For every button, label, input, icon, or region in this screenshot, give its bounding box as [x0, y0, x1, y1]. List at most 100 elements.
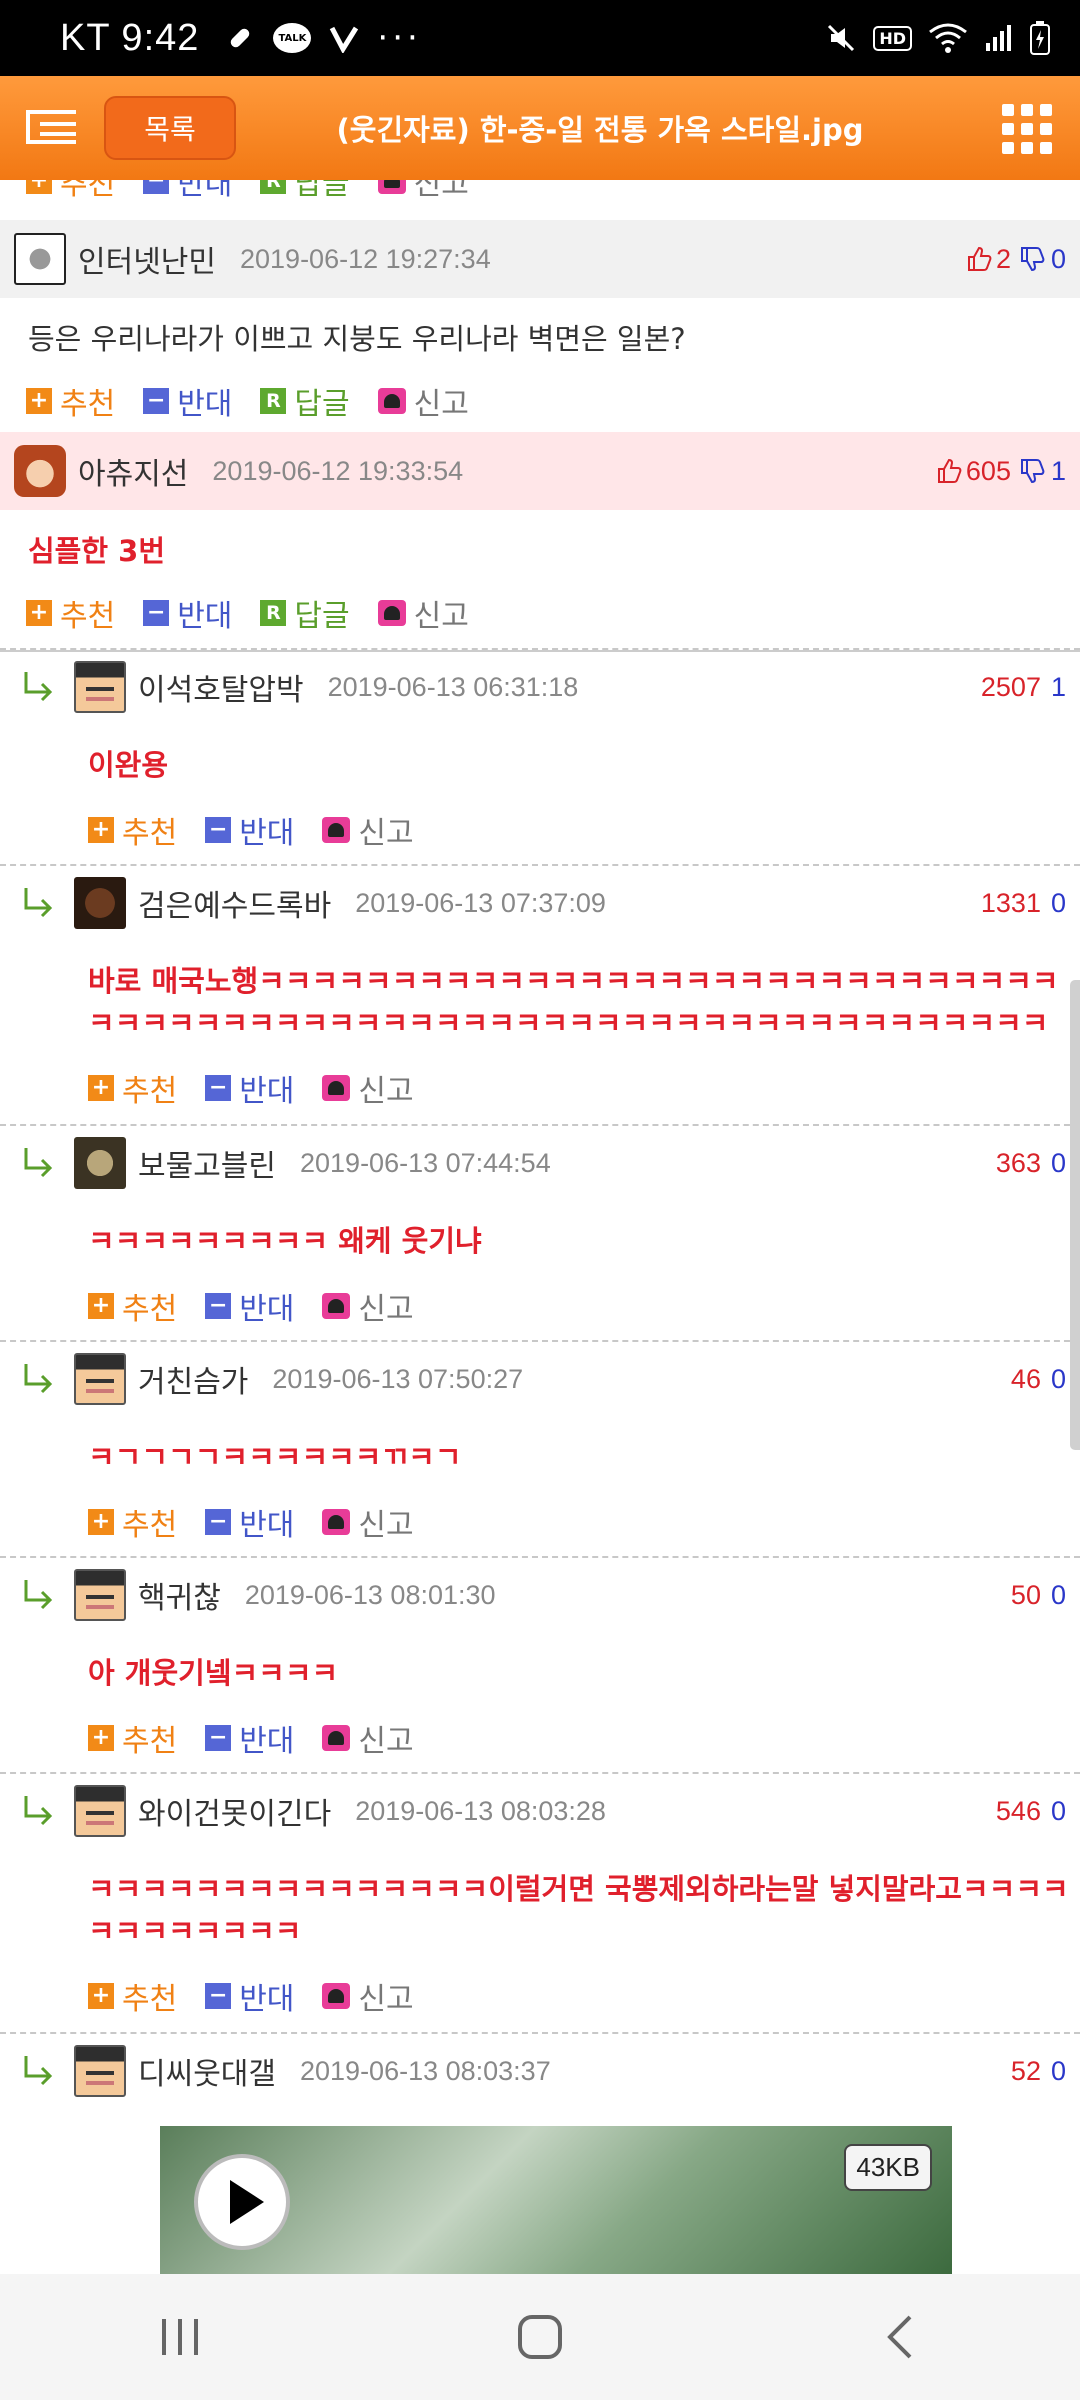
plus-icon: +: [88, 1725, 114, 1751]
apps-grid-icon[interactable]: [1002, 104, 1052, 154]
reply-author[interactable]: 거친슴가: [138, 1357, 248, 1401]
minus-icon: −: [205, 1725, 232, 1751]
report-button[interactable]: 신고: [377, 591, 469, 635]
avatar: [74, 1353, 126, 1405]
status-bar: KT 9:42 TALK ··· HD: [0, 0, 1080, 76]
reply-header: 와이건못이긴다 2019-06-13 08:03:28 546 0: [0, 1774, 1080, 1848]
scrollbar[interactable]: [1070, 980, 1080, 1450]
reply-arrow-icon: [24, 1148, 53, 1178]
recommend-button[interactable]: + 추천: [26, 591, 115, 635]
oppose-button[interactable]: − 반대: [205, 1974, 294, 2018]
report-button[interactable]: 신고: [377, 180, 469, 203]
upvote-count: 52: [1010, 2055, 1041, 2086]
report-button[interactable]: 신고: [322, 1066, 414, 1110]
reply-item: 디씨웃대갤 2019-06-13 08:03:37 52 0 43KB: [0, 2032, 1080, 2274]
reply-time: 2019-06-13 06:31:18: [327, 671, 579, 702]
avatar: [14, 445, 66, 497]
avatar: [74, 1569, 126, 1621]
recommend-button[interactable]: + 추천: [26, 379, 115, 423]
recommend-button[interactable]: + 추천: [26, 180, 115, 203]
back-button[interactable]: [860, 2297, 940, 2377]
vote-count: 363 0: [996, 1148, 1066, 1179]
report-button[interactable]: 신고: [322, 1500, 414, 1544]
upvote-count: 50: [1010, 1579, 1041, 1610]
play-button[interactable]: [194, 2154, 290, 2250]
thumbs-up-icon: [967, 246, 992, 271]
reply-actions: + 추천 − 반대 신고: [0, 802, 1080, 858]
vote-count: 46 0: [1011, 1364, 1066, 1395]
plus-icon: +: [88, 1075, 114, 1101]
vote-count: 1331 0: [981, 888, 1066, 919]
top-header: 목록 (웃긴자료) 한-중-일 전통 가옥 스타일.jpg: [0, 76, 1080, 180]
minus-icon: −: [205, 1293, 232, 1319]
comment-text: 심플한 3번: [28, 534, 165, 568]
back-icon: [887, 2315, 912, 2359]
report-button[interactable]: 신고: [377, 379, 469, 423]
recent-apps-button[interactable]: [140, 2297, 220, 2377]
recommend-button[interactable]: + 추천: [88, 1066, 177, 1110]
comment-time: 2019-06-12 19:27:34: [240, 243, 491, 274]
plus-icon: +: [26, 388, 52, 414]
oppose-button[interactable]: − 반대: [205, 1500, 294, 1544]
reply-arrow-icon: [24, 1364, 53, 1394]
oppose-button[interactable]: − 반대: [205, 1284, 294, 1328]
vote-count: 605 1: [936, 456, 1066, 487]
reply-header: 이석호탈압박 2019-06-13 06:31:18 2507 1: [0, 650, 1080, 724]
recent-apps-icon: [162, 2319, 198, 2355]
report-button[interactable]: 신고: [322, 1284, 414, 1328]
play-icon: [230, 2180, 264, 2224]
reply-button[interactable]: R 답글: [260, 379, 350, 423]
alarm-bell-icon: [377, 180, 406, 194]
comment-item: 인터넷난민 2019-06-12 19:27:34 2 0 등은 우리나라가 이…: [0, 220, 1080, 426]
list-button[interactable]: 목록: [104, 96, 236, 160]
reply-item: 검은예수드록바 2019-06-13 07:37:09 1331 0 바로 매국…: [0, 864, 1080, 1116]
oppose-button[interactable]: − 반대: [205, 808, 294, 852]
reply-actions: + 추천 − 반대 신고: [0, 1968, 1080, 2024]
reply-button[interactable]: R 답글: [260, 180, 350, 203]
reply-text: 아 개웃기넼ㅋㅋㅋㅋ: [88, 1656, 339, 1690]
video-player[interactable]: 43KB: [160, 2126, 952, 2274]
comment-author[interactable]: 아츄지선: [78, 449, 188, 493]
comment-header: 인터넷난민 2019-06-12 19:27:34 2 0: [0, 220, 1080, 298]
alarm-bell-icon: [322, 1725, 351, 1751]
oppose-button[interactable]: − 반대: [205, 1716, 294, 1760]
reply-header: 검은예수드록바 2019-06-13 07:37:09 1331 0: [0, 866, 1080, 940]
oppose-button[interactable]: − 반대: [143, 180, 232, 203]
oppose-button[interactable]: − 반대: [205, 1066, 294, 1110]
recommend-button[interactable]: + 추천: [88, 808, 177, 852]
reply-author[interactable]: 핵귀찮: [138, 1573, 221, 1617]
reply-author[interactable]: 보물고블린: [138, 1141, 276, 1185]
reply-item: 핵귀찮 2019-06-13 08:01:30 50 0 아 개웃기넼ㅋㅋㅋㅋ …: [0, 1556, 1080, 1766]
report-button[interactable]: 신고: [322, 1974, 414, 2018]
reply-author[interactable]: 와이건못이긴다: [138, 1789, 331, 1833]
oppose-button[interactable]: − 반대: [143, 591, 232, 635]
reply-header: 거친슴가 2019-06-13 07:50:27 46 0: [0, 1342, 1080, 1416]
recommend-button[interactable]: + 추천: [88, 1284, 177, 1328]
report-button[interactable]: 신고: [322, 808, 414, 852]
alarm-bell-icon: [322, 1509, 351, 1535]
downvote-count: 0: [1050, 1363, 1066, 1394]
recommend-button[interactable]: + 추천: [88, 1500, 177, 1544]
reply-author[interactable]: 이석호탈압박: [138, 665, 304, 709]
reply-time: 2019-06-13 08:01:30: [244, 1579, 496, 1610]
oppose-button[interactable]: − 반대: [143, 379, 232, 423]
reply-author[interactable]: 검은예수드록바: [138, 881, 331, 925]
reply-author[interactable]: 디씨웃대갤: [138, 2049, 276, 2093]
recommend-button[interactable]: + 추천: [88, 1716, 177, 1760]
recommend-button[interactable]: + 추천: [88, 1974, 177, 2018]
report-button[interactable]: 신고: [322, 1716, 414, 1760]
kakaotalk-icon: TALK: [273, 23, 312, 53]
upvote-count: 605: [965, 455, 1011, 486]
reply-button[interactable]: R 답글: [260, 591, 350, 635]
more-notifications-icon: ···: [377, 18, 422, 58]
wifi-icon: [929, 23, 967, 53]
hd-voice-icon: HD: [873, 25, 912, 51]
comment-time: 2019-06-12 19:33:54: [212, 455, 464, 486]
alarm-bell-icon: [322, 1293, 351, 1319]
comment-author[interactable]: 인터넷난민: [78, 237, 216, 281]
menu-icon[interactable]: [26, 110, 76, 144]
system-nav-bar: [0, 2274, 1080, 2400]
reply-actions: + 추천 − 반대 신고: [0, 1278, 1080, 1334]
home-button[interactable]: [500, 2297, 580, 2377]
reply-actions: + 추천 − 반대 신고: [0, 1060, 1080, 1116]
